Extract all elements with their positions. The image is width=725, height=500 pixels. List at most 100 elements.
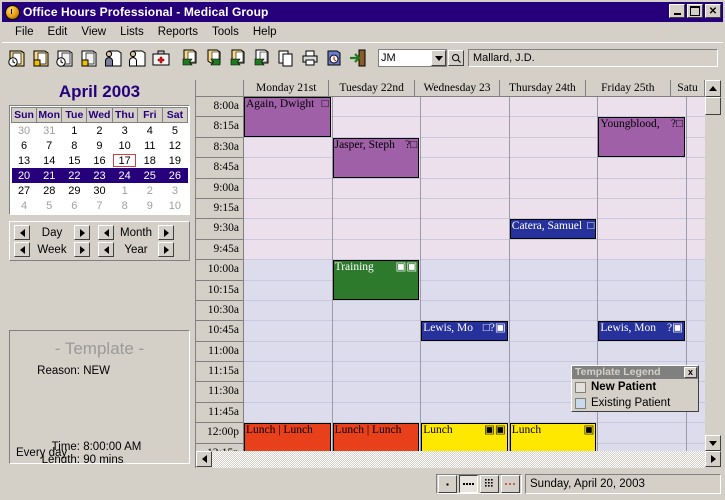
next-month-button[interactable] [158, 225, 174, 240]
schedule-slot[interactable] [421, 158, 509, 179]
scroll-right-button[interactable] [705, 451, 721, 467]
schedule-slot[interactable] [509, 178, 598, 199]
appointment-youngblood[interactable]: ?□ Youngblood, [598, 117, 685, 158]
schedule-slot[interactable] [421, 137, 509, 159]
schedule-slot[interactable] [598, 97, 686, 118]
calendar-day-cell[interactable]: 30 [87, 183, 112, 198]
day-header-thursday[interactable]: Thursday 24th [500, 80, 586, 97]
calendar-day-cell[interactable]: 29 [62, 183, 87, 198]
menu-lists[interactable]: Lists [113, 24, 151, 40]
provider-code-combo[interactable] [378, 49, 447, 67]
calendar-day-cell[interactable]: 17 [112, 153, 137, 168]
schedule-slot[interactable] [421, 219, 509, 240]
menu-tools[interactable]: Tools [205, 24, 246, 40]
scroll-up-button[interactable] [705, 80, 721, 97]
schedule-slot[interactable] [509, 341, 598, 363]
calendar-day-cell[interactable]: 21 [36, 168, 62, 183]
schedule-slot[interactable] [244, 158, 332, 179]
appointment-again-dwight[interactable]: □ Again, Dwight [244, 97, 331, 137]
appointment-book-clock-icon[interactable] [5, 45, 29, 71]
schedule-slot[interactable] [509, 137, 598, 159]
schedule-slot[interactable] [421, 260, 509, 281]
schedule-slot[interactable] [244, 300, 332, 322]
view-mode-single[interactable] [438, 475, 457, 493]
calendar-day-cell[interactable]: 19 [162, 153, 187, 168]
schedule-slot[interactable] [332, 341, 421, 363]
appointment-training[interactable]: ▣▣ Training [332, 260, 420, 300]
calendar-day-cell[interactable]: 13 [12, 153, 37, 168]
calendar-day-cell[interactable]: 3 [112, 123, 137, 139]
time-slot-label[interactable]: 8:45a [196, 158, 244, 179]
next-week-button[interactable] [74, 242, 90, 257]
time-slot-label[interactable]: 8:00a [196, 97, 244, 118]
schedule-slot[interactable] [421, 239, 509, 261]
day-column-monday[interactable]: □ Again, Dwight Lunch | Lunch [244, 97, 333, 468]
schedule-slot[interactable] [421, 117, 509, 138]
calendar-day-cell[interactable]: 23 [86, 168, 113, 183]
schedule-slot[interactable] [509, 321, 598, 342]
time-slot-label[interactable]: 10:45a [196, 321, 244, 342]
menu-help[interactable]: Help [246, 24, 284, 40]
schedule-slot[interactable] [421, 382, 509, 403]
calendar-day-cell[interactable]: 2 [87, 123, 112, 139]
day-column-wednesday[interactable]: □?▣ Lewis, Mo ▣▣ Lunch [421, 97, 510, 468]
next-day-button[interactable] [74, 225, 90, 240]
schedule-slot[interactable] [332, 117, 421, 138]
schedule-slot[interactable] [421, 97, 509, 118]
schedule-slot[interactable] [332, 321, 421, 342]
schedule-slot[interactable] [598, 341, 686, 363]
minimize-button[interactable] [669, 4, 685, 18]
day-header-wednesday[interactable]: Wednesday 23 [414, 80, 501, 97]
horizontal-scrollbar[interactable] [196, 451, 721, 468]
calendar-day-cell[interactable]: 5 [37, 198, 62, 213]
scroll-thumb[interactable] [705, 97, 721, 115]
schedule-slot[interactable] [509, 239, 598, 261]
calendar-day-cell[interactable]: 10 [162, 198, 187, 213]
provider-code-input[interactable] [379, 50, 431, 66]
calendar-day-cell[interactable]: 25 [137, 168, 163, 183]
recall-icon[interactable] [322, 45, 346, 71]
schedule-slot[interactable] [421, 341, 509, 363]
copy-book-icon[interactable] [274, 45, 298, 71]
calendar-day-cell[interactable]: 28 [37, 183, 62, 198]
time-slot-label[interactable]: 11:15a [196, 362, 244, 383]
calendar-day-cell[interactable]: 16 [87, 153, 112, 168]
first-aid-kit-icon[interactable] [149, 45, 173, 71]
calendar-day-cell[interactable]: 30 [12, 123, 37, 139]
calendar-day-cell[interactable]: 7 [87, 198, 112, 213]
appointment-lewis-mo-wed[interactable]: □?▣ Lewis, Mo [421, 321, 508, 341]
menu-edit[interactable]: Edit [41, 24, 75, 40]
calendar-day-cell[interactable]: 1 [62, 123, 87, 139]
appointment-book-yellow-icon[interactable] [29, 45, 53, 71]
prev-week-button[interactable] [14, 242, 30, 257]
week-label[interactable]: Week [30, 244, 74, 256]
schedule-slot[interactable] [332, 97, 421, 118]
go-to-book-4-icon[interactable] [250, 45, 274, 71]
calendar-day-cell[interactable]: 31 [37, 123, 62, 139]
calendar-day-cell[interactable]: 4 [137, 123, 162, 139]
schedule-slot[interactable] [244, 239, 332, 261]
calendar-day-cell[interactable]: 6 [12, 138, 37, 153]
schedule-slot[interactable] [244, 402, 332, 424]
print-icon[interactable] [298, 45, 322, 71]
close-button[interactable]: ✕ [705, 4, 721, 18]
exit-door-icon[interactable] [346, 45, 370, 71]
calendar-day-cell[interactable]: 22 [61, 168, 87, 183]
day-header-monday[interactable]: Monday 21st [244, 80, 330, 97]
day-header-tuesday[interactable]: Tuesday 22nd [329, 80, 415, 97]
go-to-book-3-icon[interactable] [226, 45, 250, 71]
calendar-day-cell[interactable]: 6 [62, 198, 87, 213]
schedule-slot[interactable] [421, 402, 509, 424]
view-mode-multi[interactable] [501, 475, 520, 493]
time-slot-label[interactable]: 11:45a [196, 402, 244, 424]
time-slot-label[interactable]: 10:30a [196, 300, 244, 322]
calendar-day-cell[interactable]: 8 [62, 138, 87, 153]
schedule-slot[interactable] [332, 362, 421, 383]
schedule-slot[interactable] [598, 198, 686, 220]
calendar-day-cell[interactable]: 10 [112, 138, 137, 153]
view-mode-grid[interactable] [480, 475, 499, 493]
schedule-slot[interactable] [244, 260, 332, 281]
time-slot-label[interactable]: 12:00p [196, 423, 244, 444]
calendar-day-cell[interactable]: 8 [112, 198, 137, 213]
time-slot-label[interactable]: 8:30a [196, 137, 244, 159]
